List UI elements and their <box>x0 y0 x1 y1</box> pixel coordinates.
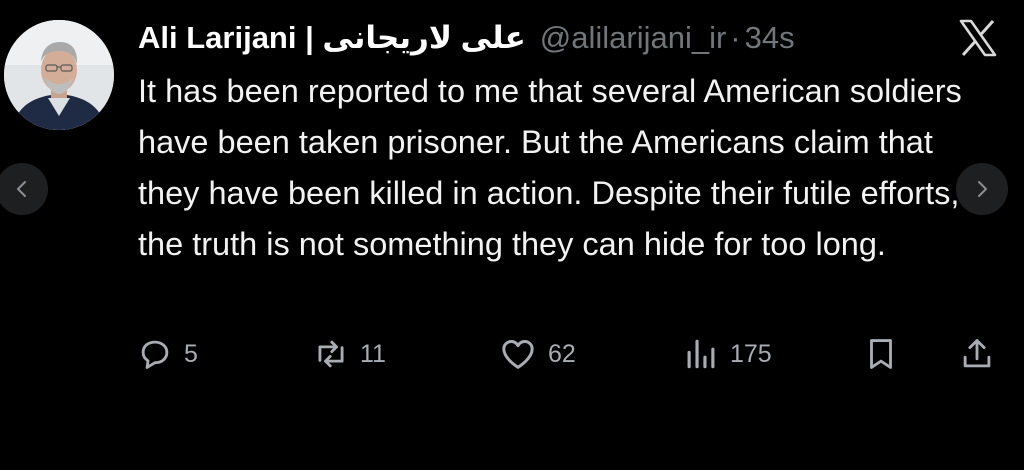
heart-icon <box>502 340 534 369</box>
tweet-actions: 5 11 62 175 <box>136 334 1000 374</box>
author-name[interactable]: Ali Larijani | علی لاریجانی <box>138 18 526 58</box>
chevron-left-icon <box>17 181 26 197</box>
views-icon <box>687 339 715 369</box>
share-icon <box>963 339 991 368</box>
separator-dot: · <box>730 20 741 55</box>
views-button[interactable]: 175 <box>682 334 772 374</box>
tweet-header: Ali Larijani | علی لاریجانی @alilarijani… <box>138 18 795 58</box>
like-button[interactable]: 62 <box>498 334 576 374</box>
author-handle[interactable]: @alilarijani_ir <box>540 18 727 58</box>
reply-button[interactable]: 5 <box>136 334 198 374</box>
views-count: 175 <box>730 339 772 368</box>
tweet-timestamp[interactable]: 34s <box>745 18 795 58</box>
tweet-text: It has been reported to me that several … <box>138 73 962 262</box>
avatar-image <box>4 20 114 130</box>
reply-count: 5 <box>184 339 198 368</box>
previous-button[interactable] <box>0 163 48 215</box>
repost-count: 11 <box>360 339 386 368</box>
x-logo-icon <box>958 18 998 58</box>
reply-icon <box>141 340 169 369</box>
like-count: 62 <box>548 339 576 368</box>
chevron-right-icon <box>978 181 987 197</box>
bookmark-button[interactable] <box>862 334 900 374</box>
repost-icon <box>318 340 344 368</box>
next-button[interactable] <box>956 163 1008 215</box>
repost-button[interactable]: 11 <box>312 334 386 374</box>
author-avatar[interactable] <box>4 20 114 130</box>
bookmark-icon <box>870 339 892 369</box>
share-button[interactable] <box>958 334 996 374</box>
